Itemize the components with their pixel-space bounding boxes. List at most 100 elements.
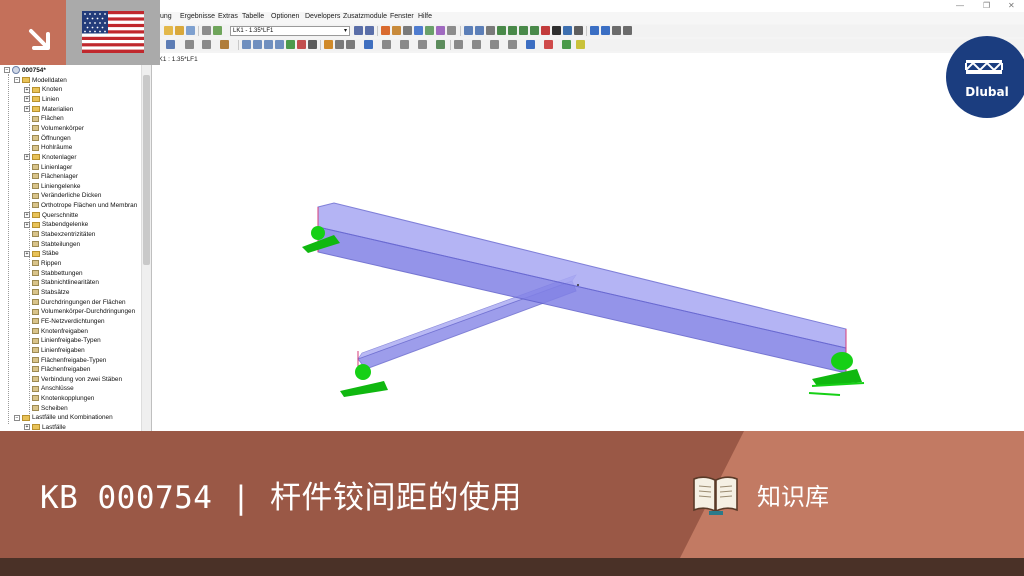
model-3d-view[interactable] [152,53,1024,431]
save-icon[interactable] [186,26,195,35]
model-icon[interactable] [526,40,535,49]
menu-optionen[interactable]: Optionen [271,13,299,20]
surface-icon[interactable] [275,40,284,49]
tree-item[interactable]: Stabteilungen [24,240,80,249]
tree-item[interactable]: Orthotrope Flächen und Membran [24,201,137,210]
select-icon[interactable] [166,40,175,49]
export-icon[interactable] [508,40,517,49]
tree-item[interactable]: + Querschnitte [24,211,78,220]
tree-item[interactable]: − Modelldaten [14,76,67,85]
tree-item[interactable]: Volumenkörper [24,124,84,133]
tree-item[interactable]: Liniengelenke [24,182,80,191]
tree-item[interactable]: Stabexzentrizitäten [24,230,95,239]
expander-icon[interactable]: + [24,105,30,112]
expander-icon[interactable]: − [4,67,10,74]
tree-item[interactable]: Flächenfreigaben [24,365,90,374]
delete-icon[interactable] [541,26,550,35]
view-z-icon[interactable] [519,26,528,35]
filter-icon[interactable] [447,26,456,35]
tree-item[interactable]: Öffnungen [24,134,71,143]
tree-item[interactable]: + Materialien [24,105,73,114]
copy-icon[interactable] [202,40,211,49]
expander-icon[interactable]: + [24,154,30,161]
isometric-icon[interactable] [530,26,539,35]
tree-item[interactable]: Veränderliche Dicken [24,191,101,200]
tree-item[interactable]: Stabbettungen [24,269,83,278]
tree-item[interactable]: Verbindung von zwei Stäben [24,375,122,384]
visibility-icon[interactable] [472,40,481,49]
tree-item[interactable]: Flächen [24,114,64,123]
tree-item[interactable]: Hohlräume [24,143,72,152]
menu-tabelle[interactable]: Tabelle [242,13,264,20]
values-icon[interactable] [403,26,412,35]
restore-button[interactable]: ❐ [983,1,990,10]
menu-fenster[interactable]: Fenster [390,13,414,20]
view-icon[interactable] [414,26,423,35]
menu-zusatzmodule[interactable]: Zusatzmodule [343,13,387,20]
tree-root[interactable]: − 000754* [4,66,46,75]
color-icon[interactable] [490,40,499,49]
language-badge[interactable] [66,0,160,65]
report-icon[interactable] [562,40,571,49]
tree-item[interactable]: Anschlüsse [24,384,74,393]
check-icon[interactable] [346,40,355,49]
view-y-icon[interactable] [508,26,517,35]
split-icon[interactable] [601,26,610,35]
expander-icon[interactable]: + [24,96,30,103]
load-icon[interactable] [297,40,306,49]
graph-icon[interactable] [576,40,585,49]
flag-icon[interactable] [544,40,553,49]
expander-icon[interactable]: + [24,212,30,219]
tree-item[interactable]: + Lastfälle [24,423,66,431]
info-icon[interactable] [364,40,373,49]
grid-icon[interactable] [612,26,621,35]
dlubal-logo[interactable]: Dlubal [946,36,1024,118]
tree-item[interactable]: + Stabendgelenke [24,220,88,229]
line-icon[interactable] [253,40,262,49]
dimension-icon[interactable] [400,40,409,49]
units-icon[interactable] [220,40,229,49]
table-icon[interactable] [213,26,222,35]
tree-item[interactable]: Linienlager [24,163,72,172]
tree-item[interactable]: + Knoten [24,85,62,94]
measure-icon[interactable] [382,40,391,49]
tree-item[interactable]: + Stäbe [24,249,59,258]
deformation-icon[interactable] [392,26,401,35]
support-icon[interactable] [286,40,295,49]
model-viewport[interactable]: LK1 : 1.35*LF1 [152,53,1024,431]
tree-item[interactable]: Linienfreigabe-Typen [24,336,101,345]
tree-item[interactable]: Durchdringungen der Flächen [24,298,126,307]
tree-item[interactable]: Stabsätze [24,288,69,297]
tree-item[interactable]: Linienfreigaben [24,346,85,355]
expander-icon[interactable]: − [14,414,20,421]
new-file-icon[interactable] [164,26,173,35]
menu-hilfe[interactable]: Hilfe [418,13,432,20]
tree-item[interactable]: Knotenkopplungen [24,394,94,403]
calculate-icon[interactable] [324,40,333,49]
menu-developers[interactable]: Developers [305,13,340,20]
load-case-select[interactable]: LK1 - 1.35*LF1 ▾ [230,26,350,36]
snap-icon[interactable] [623,26,632,35]
menu-extras[interactable]: Extras [218,13,238,20]
expander-icon[interactable]: − [14,76,20,83]
settings-icon[interactable] [574,26,583,35]
tree-item[interactable]: Stabnichtlinearitäten [24,278,99,287]
tree-item[interactable]: Rippen [24,259,61,268]
open-file-icon[interactable] [175,26,184,35]
tree-item[interactable]: Knotenfreigaben [24,327,88,336]
tree-item[interactable]: Scheiben [24,404,68,413]
tree-item[interactable]: + Knotenlager [24,153,76,162]
tree-item[interactable]: Flächenlager [24,172,78,181]
tree-item[interactable]: + Linien [24,95,59,104]
node-icon[interactable] [242,40,251,49]
section-icon[interactable] [436,26,445,35]
window-icon[interactable] [590,26,599,35]
expander-icon[interactable]: + [24,424,30,431]
render-icon[interactable] [552,26,561,35]
move-icon[interactable] [185,40,194,49]
minimize-button[interactable]: — [956,1,964,10]
smooth-icon[interactable] [425,26,434,35]
tree-item[interactable]: Flächenfreigabe-Typen [24,356,106,365]
menu-ergebnisse[interactable]: Ergebnisse [180,13,215,20]
display-icon[interactable] [563,26,572,35]
